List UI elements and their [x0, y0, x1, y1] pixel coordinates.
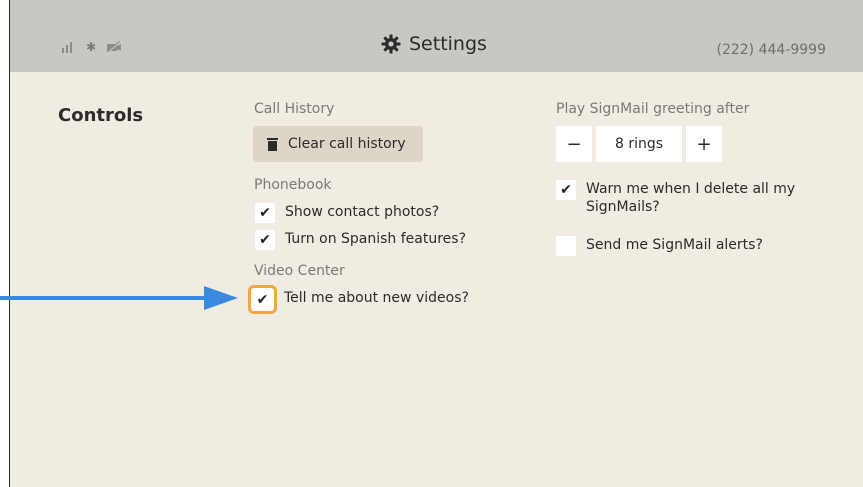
page-title: Settings: [409, 33, 487, 55]
callout-arrow-icon: [0, 286, 238, 310]
status-icons: ✱: [62, 40, 122, 54]
spanish-features-label: Turn on Spanish features?: [285, 231, 467, 247]
spanish-features-checkbox[interactable]: ✔: [255, 230, 275, 250]
video-center-label: Video Center: [254, 263, 345, 279]
signmail-alerts-checkbox[interactable]: [556, 236, 576, 256]
settings-screen: ✱ Settings (222) 444-9999 Controls Call …: [9, 0, 863, 487]
phone-number: (222) 444-9999: [716, 42, 827, 58]
warn-delete-option[interactable]: ✔ Warn me when I delete all my SignMails…: [556, 180, 796, 216]
clear-call-history-button[interactable]: Clear call history: [253, 126, 423, 162]
call-history-label: Call History: [254, 101, 335, 117]
signmail-greeting-label: Play SignMail greeting after: [556, 101, 750, 117]
phonebook-label: Phonebook: [254, 177, 332, 193]
checkmark-icon: ✔: [256, 291, 269, 308]
checkmark-icon: ✔: [259, 205, 271, 221]
checkmark-icon: ✔: [259, 232, 271, 248]
warn-delete-label: Warn me when I delete all my SignMails?: [586, 181, 796, 215]
bluetooth-icon: ✱: [86, 40, 97, 54]
signal-icon: [62, 40, 76, 54]
new-videos-checkbox[interactable]: ✔: [251, 288, 274, 311]
rings-stepper: − 8 rings +: [556, 126, 722, 162]
top-bar: ✱ Settings (222) 444-9999: [10, 0, 863, 72]
camera-off-icon: [106, 40, 122, 54]
clear-call-history-label: Clear call history: [288, 136, 406, 152]
header-title-group: Settings: [381, 33, 487, 55]
spanish-features-option[interactable]: ✔ Turn on Spanish features?: [255, 230, 466, 250]
section-title: Controls: [58, 105, 144, 126]
show-contact-photos-label: Show contact photos?: [285, 204, 440, 220]
signmail-alerts-label: Send me SignMail alerts?: [586, 237, 763, 253]
decrease-rings-button[interactable]: −: [556, 126, 592, 162]
gear-icon: [381, 34, 401, 54]
checkmark-icon: ✔: [560, 182, 572, 198]
increase-rings-button[interactable]: +: [686, 126, 722, 162]
show-contact-photos-option[interactable]: ✔ Show contact photos?: [255, 203, 439, 223]
trash-icon: [267, 137, 278, 151]
new-videos-label: Tell me about new videos?: [284, 290, 469, 306]
signmail-alerts-option[interactable]: Send me SignMail alerts?: [556, 236, 763, 256]
show-contact-photos-checkbox[interactable]: ✔: [255, 203, 275, 223]
rings-value: 8 rings: [596, 126, 682, 162]
new-videos-option[interactable]: ✔ Tell me about new videos?: [251, 288, 469, 311]
warn-delete-checkbox[interactable]: ✔: [556, 180, 576, 200]
